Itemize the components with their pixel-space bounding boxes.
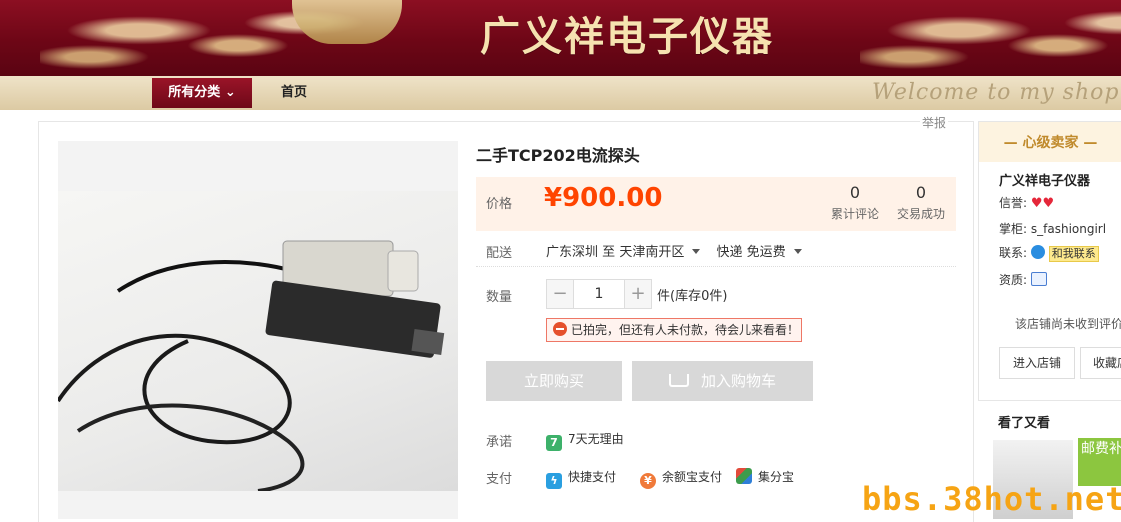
- notice-text: 已拍完，但还有人未付款，待会儿来看看！: [571, 323, 800, 337]
- jifenbao-icon: [736, 468, 752, 484]
- shipping-row: 广东深圳 至 天津南开区 快递 免运费: [546, 241, 814, 260]
- pay-jifenbao[interactable]: 集分宝: [736, 468, 794, 485]
- reviews-stat[interactable]: 0 累计评论: [820, 183, 890, 222]
- qty-input[interactable]: 1: [573, 280, 625, 308]
- shop-title: 广义祥电子仪器: [480, 13, 774, 60]
- price-label: 价格: [486, 197, 513, 212]
- seller-level-label: 心级卖家: [1022, 135, 1079, 151]
- section-divider: [476, 266, 956, 267]
- ship-destination-select[interactable]: 天津南开区: [619, 245, 684, 260]
- enter-shop-button[interactable]: 进入店铺: [999, 347, 1075, 379]
- caret-down-icon[interactable]: [793, 249, 802, 254]
- manager-name[interactable]: s_fashiongirl: [1031, 222, 1106, 236]
- ship-from: 广东深圳: [546, 245, 599, 260]
- credit-label: 信誉:: [999, 196, 1028, 210]
- ship-to-word: 至: [602, 245, 616, 260]
- qty-decrease-button[interactable]: −: [547, 280, 573, 308]
- quantity-stepper: − 1 +: [546, 279, 652, 309]
- contact-label: 联系:: [999, 246, 1028, 260]
- stock-text: 件(库存0件): [657, 289, 728, 304]
- add-to-cart-label: 加入购物车: [700, 372, 776, 390]
- reviews-label: 累计评论: [830, 207, 879, 221]
- certification-row: 资质:: [999, 271, 1047, 288]
- sold-out-notice: 已拍完，但还有人未付款，待会儿来看看！: [546, 318, 802, 342]
- manager-row: 掌柜: s_fashiongirl: [999, 220, 1106, 237]
- also-viewed-title: 看了又看: [998, 416, 1051, 431]
- promise-7day-label: 7天无理由: [568, 432, 624, 446]
- pay-quick-label: 快捷支付: [568, 470, 617, 484]
- quantity-label: 数量: [486, 290, 513, 305]
- pay-yuebao[interactable]: ¥ 余额宝支付: [640, 468, 722, 489]
- product-photo[interactable]: [58, 191, 458, 493]
- probe-illustration: [58, 240, 445, 493]
- moneybag-icon: ¥: [640, 473, 656, 489]
- shipping-label: 配送: [486, 246, 513, 261]
- lightning-icon: ϟ: [546, 473, 562, 489]
- promise-7day[interactable]: 7 7天无理由: [546, 430, 624, 451]
- cert-label: 资质:: [999, 273, 1028, 287]
- deals-stat[interactable]: 0 交易成功: [886, 183, 956, 222]
- seller-card: — 心级卖家 — 广义祥电子仪器 信誉: ♥♥ 掌柜: s_fashiongir…: [978, 121, 1121, 401]
- pay-yuebao-label: 余额宝支付: [662, 470, 723, 484]
- no-entry-icon: [553, 322, 567, 336]
- all-categories-label: 所有分类: [168, 85, 221, 100]
- report-link[interactable]: 举报: [920, 114, 949, 131]
- reviews-count: 0: [849, 183, 861, 202]
- credit-row: 信誉: ♥♥: [999, 194, 1054, 211]
- chevron-down-icon: ⌄: [224, 85, 236, 100]
- id-card-icon[interactable]: [1030, 272, 1047, 286]
- pay-quick[interactable]: ϟ 快捷支付: [546, 468, 616, 489]
- contact-row: 联系: 和我联系: [999, 244, 1099, 262]
- seller-level-header: — 心级卖家 —: [979, 122, 1121, 162]
- product-title: 二手TCP202电流探头: [476, 146, 640, 165]
- contact-seller-button[interactable]: 和我联系: [1048, 246, 1099, 262]
- product-image-area: [58, 141, 458, 519]
- watermark: bbs.38hot.net: [862, 480, 1121, 518]
- ornament-right: [860, 0, 1121, 76]
- shop-nav: 所有分类 ⌄ 首页 Welcome to my shop: [0, 76, 1121, 110]
- price-box: 价格 ¥900.00 0 累计评论 0 交易成功: [476, 177, 956, 231]
- deals-count: 0: [915, 183, 927, 202]
- also-viewed-promo[interactable]: 邮费补 产品补: [1078, 438, 1121, 486]
- ship-method-select[interactable]: 快递 免运费: [716, 245, 785, 260]
- all-categories-button[interactable]: 所有分类 ⌄: [152, 78, 252, 108]
- qty-increase-button[interactable]: +: [625, 280, 651, 308]
- buy-now-button[interactable]: 立即购买: [486, 361, 622, 401]
- shop-banner: 广义祥电子仪器: [0, 0, 1121, 76]
- seller-shop-name[interactable]: 广义祥电子仪器: [999, 170, 1090, 189]
- chat-icon[interactable]: [1030, 245, 1045, 259]
- add-to-cart-button[interactable]: 加入购物车: [632, 361, 813, 401]
- promise-label: 承诺: [486, 435, 513, 450]
- cart-icon: [668, 374, 689, 387]
- caret-down-icon[interactable]: [692, 249, 701, 254]
- welcome-banner-text: Welcome to my shop: [872, 80, 1120, 105]
- nav-home-link[interactable]: 首页: [281, 76, 307, 110]
- no-evaluation-text: 该店铺尚未收到评价: [1015, 317, 1121, 331]
- seven-day-icon: 7: [546, 435, 562, 451]
- pay-jifenbao-label: 集分宝: [758, 470, 795, 484]
- heart-icon: ♥♥: [1030, 196, 1055, 211]
- payment-label: 支付: [486, 472, 513, 487]
- manager-label: 掌柜:: [999, 222, 1028, 236]
- favorite-shop-button[interactable]: 收藏店: [1080, 347, 1121, 379]
- price-value: ¥900.00: [544, 183, 663, 213]
- deals-label: 交易成功: [896, 207, 945, 221]
